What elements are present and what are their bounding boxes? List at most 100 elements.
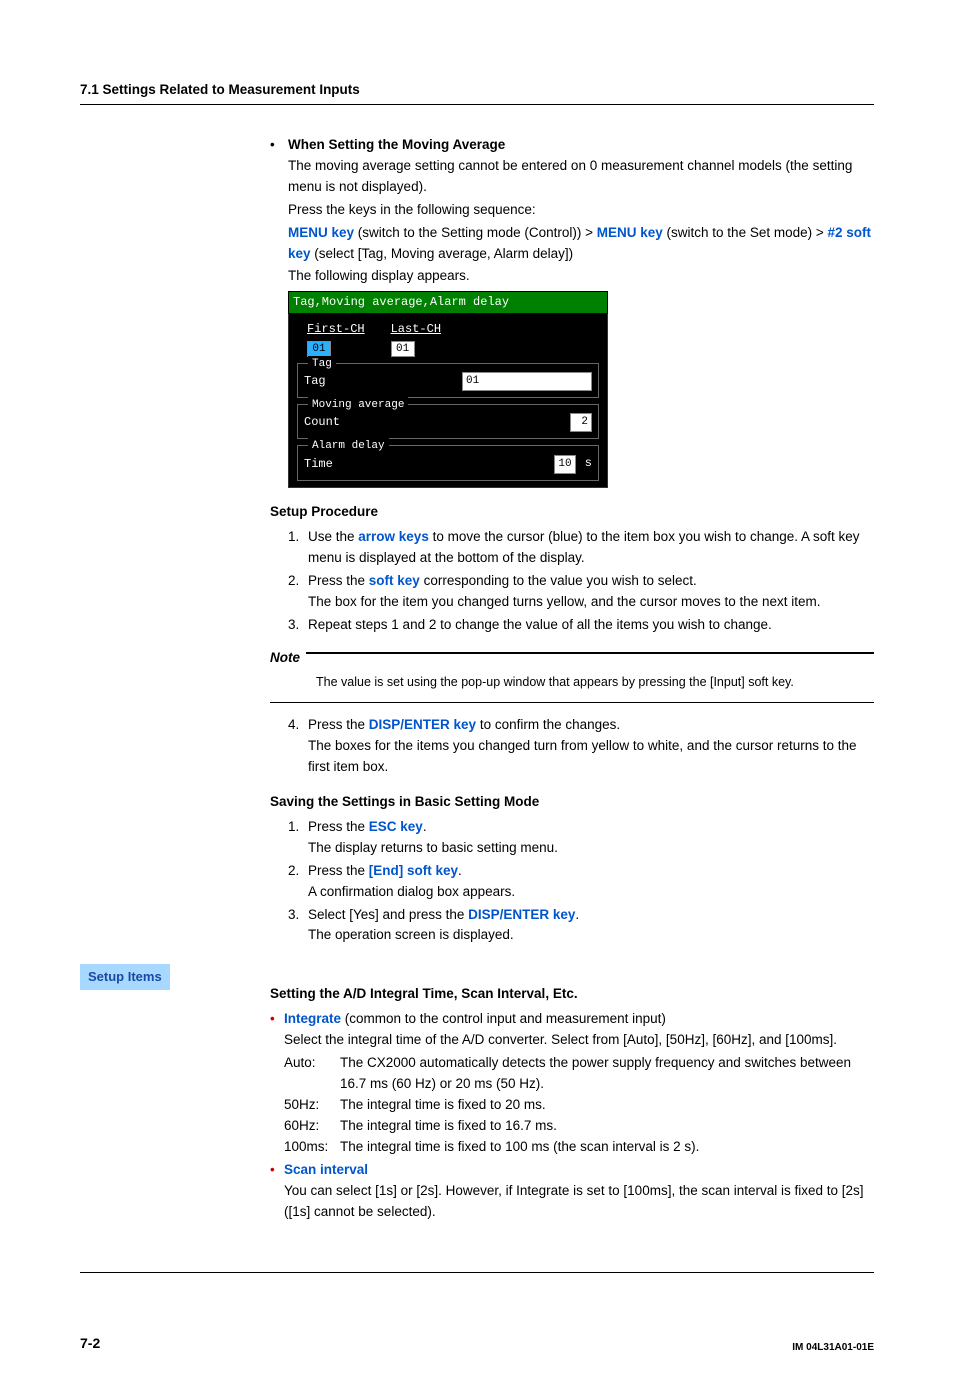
doc-id: IM 04L31A01-01E: [792, 1340, 874, 1356]
device-screen: Tag,Moving average,Alarm delay First-CH …: [288, 291, 608, 488]
sv2-extra: A confirmation dialog box appears.: [308, 884, 515, 899]
step-num: 2.: [288, 861, 308, 903]
screen-titlebar: Tag,Moving average,Alarm delay: [288, 291, 608, 314]
bullet-icon: •: [270, 1160, 284, 1181]
arrow-keys-kw: arrow keys: [358, 529, 429, 544]
note-label: Note: [270, 648, 300, 669]
s4-pre: Press the: [308, 717, 369, 732]
step-body: Repeat steps 1 and 2 to change the value…: [308, 615, 874, 636]
s2-pre: Press the: [308, 573, 369, 588]
ad-heading: Setting the A/D Integral Time, Scan Inte…: [270, 984, 874, 1005]
save-step-3: 3. Select [Yes] and press the DISP/ENTER…: [288, 905, 874, 947]
section-heading: 7.1 Settings Related to Measurement Inpu…: [80, 80, 874, 105]
opt-60hz: 60Hz: The integral time is fixed to 16.7…: [284, 1116, 874, 1137]
s4-post: to confirm the changes.: [476, 717, 620, 732]
soft-key-kw: soft key: [369, 573, 420, 588]
s2-post: corresponding to the value you wish to s…: [420, 573, 697, 588]
step-num: 4.: [288, 715, 308, 778]
integrate-desc: Select the integral time of the A/D conv…: [284, 1030, 874, 1051]
step-4: 4. Press the DISP/ENTER key to confirm t…: [288, 715, 874, 778]
channel-row: First-CH 01 Last-CH 01: [297, 320, 599, 357]
disp-enter-kw-2: DISP/ENTER key: [468, 907, 575, 922]
mavg-group: Moving average Count 2: [297, 404, 599, 439]
step-body: Press the DISP/ENTER key to confirm the …: [308, 715, 874, 778]
auto-term: Auto:: [284, 1053, 340, 1095]
setup-steps-cont: 4. Press the DISP/ENTER key to confirm t…: [288, 715, 874, 778]
seq-t2: (switch to the Set mode) >: [663, 225, 828, 240]
alarm-label: Time: [304, 455, 333, 474]
sv2-post: .: [458, 863, 462, 878]
setup-procedure-heading: Setup Procedure: [270, 502, 874, 523]
sv1-post: .: [423, 819, 427, 834]
sv3-extra: The operation screen is displayed.: [308, 927, 514, 942]
auto-def: The CX2000 automatically detects the pow…: [340, 1053, 874, 1095]
alarm-unit: s: [585, 456, 592, 470]
screen-body: First-CH 01 Last-CH 01 Tag Tag 01 Moving…: [288, 314, 608, 488]
moving-avg-p3: The following display appears.: [288, 266, 874, 287]
first-ch: First-CH 01: [307, 320, 365, 357]
first-ch-value[interactable]: 01: [307, 341, 331, 357]
menu-key-1: MENU key: [288, 225, 354, 240]
alarm-group: Alarm delay Time 10 s: [297, 445, 599, 481]
note-end-rule: [270, 702, 874, 703]
step-num: 3.: [288, 905, 308, 947]
f60-term: 60Hz:: [284, 1116, 340, 1137]
step-2: 2. Press the soft key corresponding to t…: [288, 571, 874, 613]
step-1: 1. Use the arrow keys to move the cursor…: [288, 527, 874, 569]
moving-avg-p1: The moving average setting cannot be ent…: [288, 156, 874, 198]
tag-value[interactable]: 01: [462, 372, 592, 391]
last-ch: Last-CH 01: [391, 320, 441, 357]
moving-avg-heading: • When Setting the Moving Average: [270, 135, 874, 156]
alarm-value[interactable]: 10: [554, 455, 576, 474]
last-ch-label: Last-CH: [391, 320, 441, 339]
sv1-pre: Press the: [308, 819, 369, 834]
f60-def: The integral time is fixed to 16.7 ms.: [340, 1116, 874, 1137]
f100-term: 100ms:: [284, 1137, 340, 1158]
tag-legend: Tag: [308, 356, 336, 373]
seq-t3: (select [Tag, Moving average, Alarm dela…: [311, 246, 574, 261]
note-rule-line: [306, 652, 874, 654]
tag-group: Tag Tag 01: [297, 363, 599, 398]
opt-100ms: 100ms: The integral time is fixed to 100…: [284, 1137, 874, 1158]
sv2-pre: Press the: [308, 863, 369, 878]
step-body: Press the soft key corresponding to the …: [308, 571, 874, 613]
step-num: 3.: [288, 615, 308, 636]
setup-items-badge: Setup Items: [80, 964, 170, 990]
end-softkey-kw: [End] soft key: [369, 863, 458, 878]
f50-def: The integral time is fixed to 20 ms.: [340, 1095, 874, 1116]
esc-key-kw: ESC key: [369, 819, 423, 834]
saving-heading: Saving the Settings in Basic Setting Mod…: [270, 792, 874, 813]
sv1-extra: The display returns to basic setting men…: [308, 840, 558, 855]
save-step-2: 2. Press the [End] soft key. A confirmat…: [288, 861, 874, 903]
page-number: 7-2: [80, 1333, 100, 1355]
scan-desc: You can select [1s] or [2s]. However, if…: [284, 1181, 874, 1223]
step-num: 1.: [288, 817, 308, 859]
step-3: 3. Repeat steps 1 and 2 to change the va…: [288, 615, 874, 636]
mavg-value[interactable]: 2: [570, 413, 592, 432]
step-num: 1.: [288, 527, 308, 569]
s1-pre: Use the: [308, 529, 358, 544]
setup-items-label-col: Setup Items: [80, 964, 270, 990]
scan-kw: Scan interval: [284, 1162, 368, 1177]
opt-auto: Auto: The CX2000 automatically detects t…: [284, 1053, 874, 1095]
setup-items-body: Setting the A/D Integral Time, Scan Inte…: [270, 964, 874, 1222]
menu-key-2: MENU key: [597, 225, 663, 240]
scan-row: •Scan interval: [270, 1160, 874, 1181]
first-ch-label: First-CH: [307, 320, 365, 339]
alarm-value-wrap: 10 s: [554, 454, 592, 474]
saving-steps: 1. Press the ESC key. The display return…: [288, 817, 874, 947]
step-body: Use the arrow keys to move the cursor (b…: [308, 527, 874, 569]
sv3-pre: Select [Yes] and press the: [308, 907, 468, 922]
setup-items-section: Setup Items Setting the A/D Integral Tim…: [270, 964, 874, 1222]
note-text: The value is set using the pop-up window…: [316, 673, 874, 692]
note-heading: Note: [270, 638, 874, 669]
s4-extra: The boxes for the items you changed turn…: [308, 738, 857, 774]
step-body: Press the ESC key. The display returns t…: [308, 817, 874, 859]
step-num: 2.: [288, 571, 308, 613]
bullet-icon: •: [270, 1009, 284, 1030]
integrate-options: Auto: The CX2000 automatically detects t…: [284, 1053, 874, 1158]
main-content: • When Setting the Moving Average The mo…: [270, 135, 874, 1274]
last-ch-value[interactable]: 01: [391, 341, 415, 357]
f50-term: 50Hz:: [284, 1095, 340, 1116]
disp-enter-kw: DISP/ENTER key: [369, 717, 476, 732]
